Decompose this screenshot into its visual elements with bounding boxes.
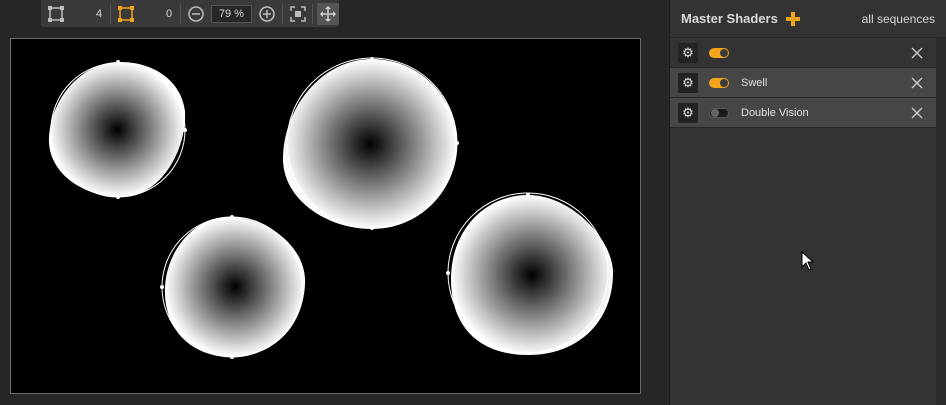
add-shader-button[interactable] [785, 11, 800, 26]
move-icon[interactable] [317, 2, 339, 25]
shader-label: Swell [741, 76, 768, 89]
master-shaders-panel: Master Shaders all sequences ⚙ ⚙ Swell ⚙… [669, 0, 946, 405]
panel-scrollbar[interactable] [936, 38, 946, 405]
close-icon[interactable] [908, 104, 926, 122]
shader-blob [160, 215, 306, 359]
handle-count: 0 [165, 7, 173, 20]
zoom-in-icon[interactable] [256, 3, 278, 25]
panel-header: Master Shaders all sequences [670, 0, 946, 38]
divider [312, 3, 314, 24]
divider [110, 3, 112, 24]
gear-icon[interactable]: ⚙ [678, 42, 698, 63]
shader-label: Double Vision [741, 106, 809, 119]
app-window: 4 0 79 % Master Shaders all sequences ⚙ … [0, 0, 946, 405]
mouse-cursor-icon [801, 251, 815, 271]
shader-blob [283, 57, 459, 230]
zoom-out-icon[interactable] [185, 3, 207, 25]
divider [180, 3, 182, 24]
shader-blob [446, 192, 613, 355]
shader-blob [48, 60, 187, 199]
shader-toggle[interactable] [709, 47, 729, 58]
workspace: 4 0 79 % [0, 0, 668, 405]
panel-title: Master Shaders [681, 11, 778, 26]
scope-selector[interactable]: all sequences [862, 12, 935, 26]
gear-icon[interactable]: ⚙ [678, 72, 698, 93]
fit-frame-icon[interactable] [287, 3, 309, 25]
shader-row[interactable]: ⚙ Swell [670, 68, 936, 98]
shader-row[interactable]: ⚙ Double Vision [670, 98, 936, 128]
shader-row[interactable]: ⚙ [670, 38, 936, 68]
vertex-count: 4 [95, 7, 103, 20]
close-icon[interactable] [908, 74, 926, 92]
shader-list: ⚙ ⚙ Swell ⚙ Double Vision [670, 38, 936, 128]
shader-toggle[interactable] [709, 77, 729, 88]
zoom-input[interactable]: 79 % [210, 4, 253, 23]
preview-canvas[interactable] [10, 38, 641, 394]
shader-toggle[interactable] [709, 107, 729, 118]
close-icon[interactable] [908, 44, 926, 62]
gear-icon[interactable]: ⚙ [678, 102, 698, 123]
canvas-toolbar: 4 0 79 % [41, 0, 339, 27]
divider [281, 3, 283, 24]
shape-handles-icon[interactable] [115, 3, 137, 25]
shape-vertices-icon[interactable] [45, 3, 67, 25]
